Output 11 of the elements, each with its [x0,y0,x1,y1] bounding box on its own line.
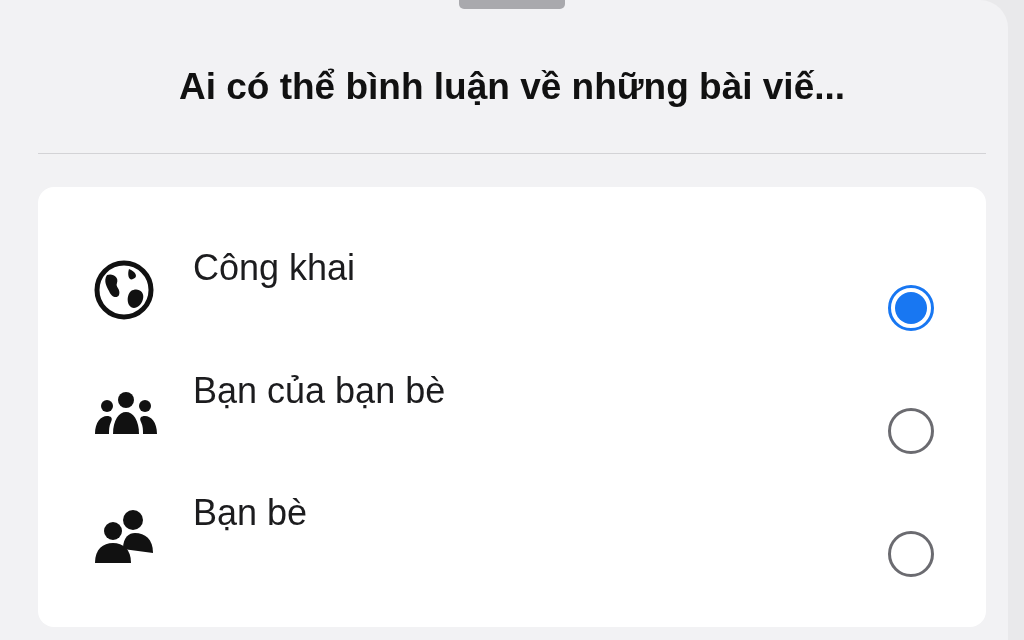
drag-handle[interactable] [459,0,565,9]
people-group-icon [93,390,159,436]
globe-icon [93,259,155,322]
sheet-title: Ai có thể bình luận về những bài viế... [178,65,846,109]
option-label[interactable]: Công khai [193,247,888,289]
option-label[interactable]: Bạn của bạn bè [193,369,888,412]
two-people-icon [93,508,155,563]
option-label[interactable]: Bạn bè [193,492,888,535]
radio-button[interactable] [888,408,934,454]
radio-button[interactable] [888,530,934,577]
radio-button[interactable] [888,285,934,332]
